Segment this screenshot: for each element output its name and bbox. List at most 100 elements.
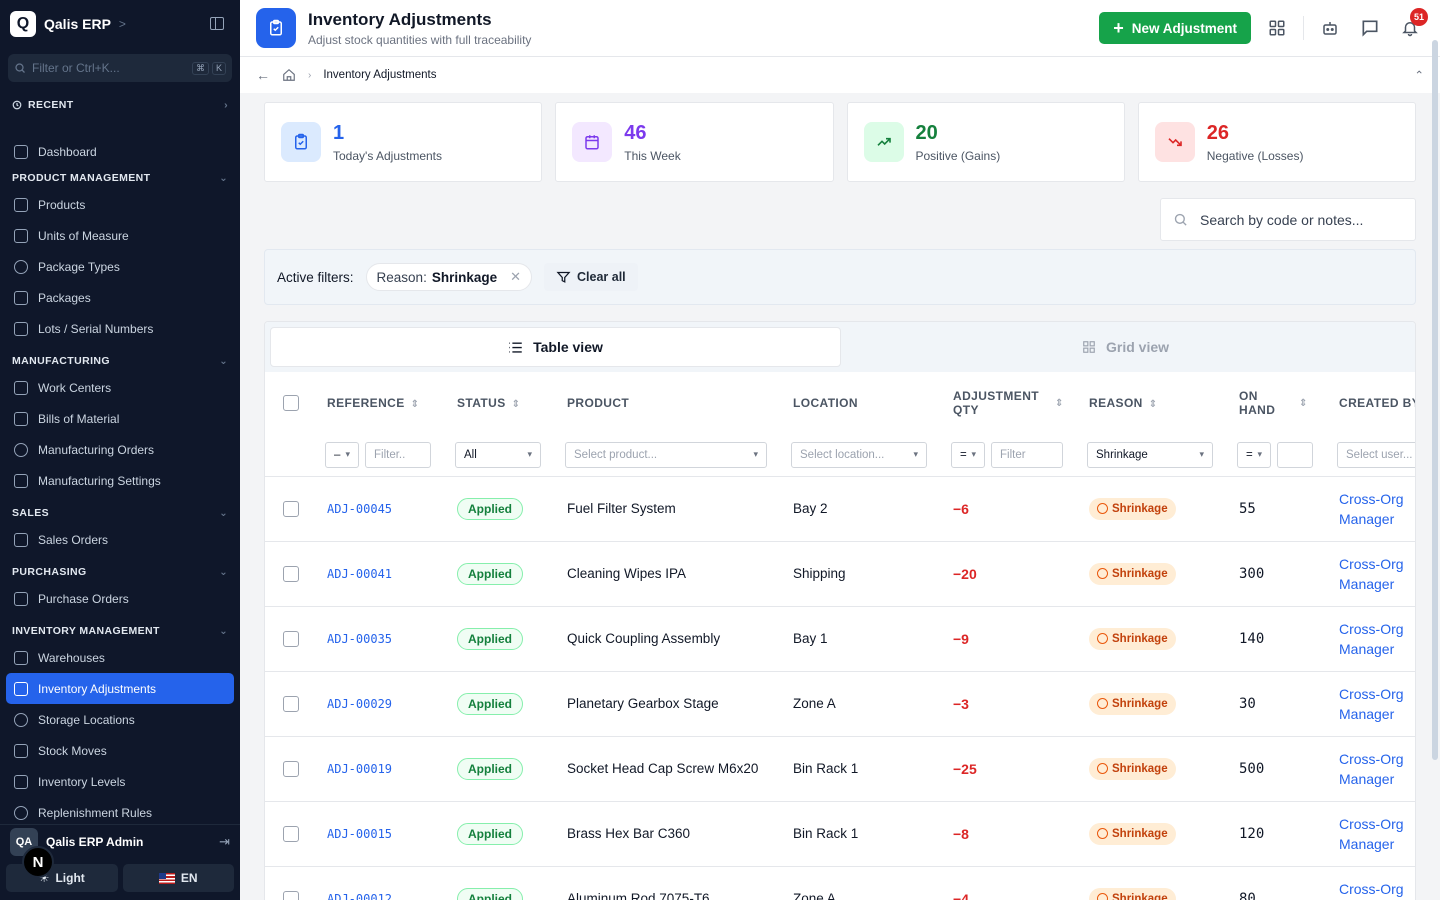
sidebar-item-package-types[interactable]: Package Types — [0, 251, 240, 282]
row-checkbox[interactable] — [283, 630, 299, 647]
row-checkbox[interactable] — [283, 825, 299, 842]
reference-operator-select[interactable]: – ▾ — [325, 441, 359, 468]
col-reason[interactable]: REASON ⇕ — [1085, 372, 1235, 434]
sidebar-item-packages[interactable]: Packages — [0, 282, 240, 313]
filter-chip-reason[interactable]: Reason: Shrinkage ✕ — [365, 263, 533, 291]
sidebar-item-bills-of-material[interactable]: Bills of Material — [0, 403, 240, 434]
sidebar-section[interactable]: SALES ⌄ — [0, 502, 240, 524]
reference-link[interactable]: ADJ-00041 — [327, 567, 392, 581]
sidebar-item-stock-moves[interactable]: Stock Moves — [0, 735, 240, 766]
reference-link[interactable]: ADJ-00015 — [327, 827, 392, 841]
tab-table-view[interactable]: Table view — [270, 327, 841, 367]
sidebar-item-storage-locations[interactable]: Storage Locations — [0, 704, 240, 735]
logout-icon[interactable]: ⇥ — [219, 834, 230, 850]
sort-icon[interactable]: ⇕ — [512, 399, 521, 410]
n-badge[interactable]: N — [22, 846, 54, 878]
row-checkbox[interactable] — [283, 695, 299, 712]
sidebar-item-work-centers[interactable]: Work Centers — [0, 372, 240, 403]
table-row[interactable]: ADJ-00019 Applied Socket Head Cap Screw … — [265, 736, 1415, 802]
sidebar-item-warehouses[interactable]: Warehouses — [0, 642, 240, 673]
product-filter-select[interactable]: Select product... ▾ — [565, 441, 767, 468]
created-by-link[interactable]: Cross-OrgManager — [1339, 554, 1415, 594]
sidebar-section[interactable]: PRODUCT MANAGEMENT ⌄ — [0, 167, 240, 189]
page-scrollbar[interactable] — [1432, 40, 1438, 760]
col-status[interactable]: STATUS ⇕ — [453, 372, 563, 434]
created-by-link[interactable]: Cross-OrgManager — [1339, 619, 1415, 659]
onhand-operator-select[interactable]: = ▾ — [1237, 441, 1271, 468]
sidebar-section[interactable]: PURCHASING ⌄ — [0, 561, 240, 583]
select-all-checkbox[interactable] — [283, 395, 299, 411]
home-icon[interactable] — [282, 68, 296, 82]
lots-serial-numbers-icon — [14, 321, 28, 336]
sidebar-item-purchase-orders[interactable]: Purchase Orders — [0, 583, 240, 614]
brand-logo[interactable]: Q — [10, 10, 36, 37]
sidebar-item-inventory-adjustments[interactable]: Inventory Adjustments — [6, 673, 234, 704]
reference-link[interactable]: ADJ-00045 — [327, 502, 392, 516]
recent-toggle[interactable]: RECENT › — [0, 92, 240, 118]
table-row[interactable]: ADJ-00029 Applied Planetary Gearbox Stag… — [265, 671, 1415, 737]
created-by-link[interactable]: Cross-OrgManager — [1339, 879, 1415, 900]
sidebar-item-units-of-measure[interactable]: Units of Measure — [0, 220, 240, 251]
status-filter-select[interactable]: All ▾ — [455, 441, 541, 468]
table-row[interactable]: ADJ-00015 Applied Brass Hex Bar C360 Bin… — [265, 801, 1415, 867]
table-row[interactable]: ADJ-00012 Applied Aluminum Rod 7075-T6 Z… — [265, 866, 1415, 900]
sort-icon[interactable]: ⇕ — [1055, 398, 1064, 409]
sidebar-item-dashboard[interactable]: Dashboard — [0, 136, 240, 167]
table-row[interactable]: ADJ-00045 Applied Fuel Filter System Bay… — [265, 476, 1415, 542]
table-row[interactable]: ADJ-00035 Applied Quick Coupling Assembl… — [265, 606, 1415, 672]
sidebar-search-input[interactable]: Filter or Ctrl+K... ⌘ K — [8, 54, 232, 82]
chevron-up-icon[interactable]: ⌃ — [1414, 68, 1424, 82]
apps-grid-icon[interactable] — [1263, 14, 1291, 42]
sidebar-section[interactable]: MANUFACTURING ⌄ — [0, 350, 240, 372]
location-filter-select[interactable]: Select location... ▾ — [791, 441, 927, 468]
grid-icon — [1083, 341, 1095, 353]
sort-icon[interactable]: ⇕ — [411, 399, 420, 410]
row-checkbox[interactable] — [283, 890, 299, 900]
reference-link[interactable]: ADJ-00035 — [327, 632, 392, 646]
bell-icon[interactable]: 51 — [1396, 8, 1428, 42]
chat-icon[interactable] — [1356, 14, 1384, 42]
reference-link[interactable]: ADJ-00012 — [327, 892, 392, 900]
created-by-link[interactable]: Cross-OrgManager — [1339, 489, 1415, 529]
sidebar-item-sales-orders[interactable]: Sales Orders — [0, 524, 240, 555]
chevron-right-icon[interactable]: > — [119, 17, 126, 31]
search-input[interactable]: Search by code or notes... — [1160, 198, 1416, 241]
user-filter-select[interactable]: Select user... — [1337, 441, 1415, 468]
sidebar-item-products[interactable]: Products — [0, 189, 240, 220]
created-by-link[interactable]: Cross-OrgManager — [1339, 749, 1415, 789]
reference-link[interactable]: ADJ-00019 — [327, 762, 392, 776]
plus-icon: + — [1113, 18, 1124, 38]
created-by-link[interactable]: Cross-OrgManager — [1339, 814, 1415, 854]
qty-operator-select[interactable]: = ▾ — [951, 441, 985, 468]
product-name: Aluminum Rod 7075-T6 — [567, 891, 710, 900]
clear-all-button[interactable]: Clear all — [544, 263, 638, 291]
tab-grid-view[interactable]: Grid view — [841, 327, 1410, 367]
close-icon[interactable]: ✕ — [510, 269, 521, 285]
sidebar-collapse-icon[interactable] — [210, 17, 224, 30]
col-reference[interactable]: REFERENCE ⇕ — [323, 372, 453, 434]
sidebar-item-manufacturing-orders[interactable]: Manufacturing Orders — [0, 434, 240, 465]
reference-link[interactable]: ADJ-00029 — [327, 697, 392, 711]
sidebar-item-lots-serial-numbers[interactable]: Lots / Serial Numbers — [0, 313, 240, 344]
sort-icon[interactable]: ⇕ — [1299, 398, 1308, 409]
back-arrow-icon[interactable]: ← — [256, 67, 270, 83]
reason-filter-select[interactable]: Shrinkage ▾ — [1087, 441, 1213, 468]
sidebar-item-manufacturing-settings[interactable]: Manufacturing Settings — [0, 465, 240, 496]
table-row[interactable]: ADJ-00041 Applied Cleaning Wipes IPA Shi… — [265, 541, 1415, 607]
new-adjustment-button[interactable]: + New Adjustment — [1099, 12, 1251, 44]
col-adjustment-qty[interactable]: ADJUSTMENT QTY ⇕ — [949, 372, 1085, 434]
onhand-filter-input[interactable] — [1277, 441, 1313, 468]
row-checkbox[interactable] — [283, 760, 299, 777]
created-by-link[interactable]: Cross-OrgManager — [1339, 684, 1415, 724]
row-checkbox[interactable] — [283, 500, 299, 517]
sidebar-item-inventory-levels[interactable]: Inventory Levels — [0, 766, 240, 797]
qty-filter-input[interactable]: Filter — [991, 441, 1063, 468]
row-checkbox[interactable] — [283, 565, 299, 582]
language-button[interactable]: EN — [122, 864, 234, 892]
brand-name[interactable]: Qalis ERP — [44, 16, 111, 32]
sort-icon[interactable]: ⇕ — [1149, 399, 1158, 410]
reference-filter-input[interactable]: Filter.. — [365, 441, 431, 468]
robot-icon[interactable] — [1316, 14, 1344, 42]
col-on-hand[interactable]: ON HAND ⇕ — [1235, 372, 1335, 434]
sidebar-section[interactable]: INVENTORY MANAGEMENT ⌄ — [0, 620, 240, 642]
